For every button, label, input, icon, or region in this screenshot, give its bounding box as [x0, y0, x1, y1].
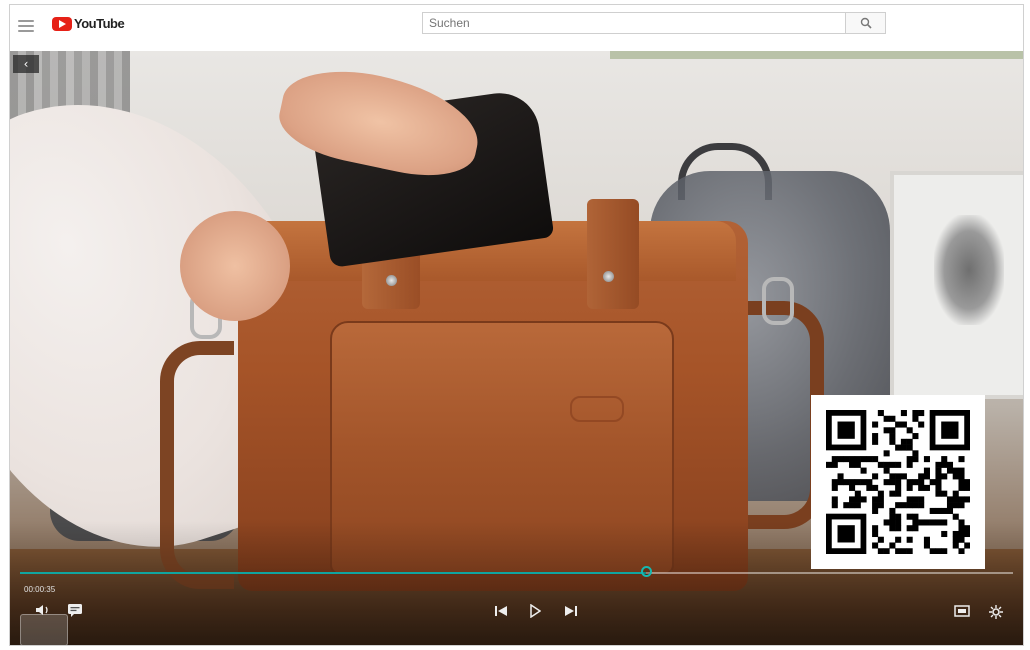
settings-icon[interactable]	[988, 604, 1004, 623]
progress-fill	[20, 572, 646, 574]
progress-bar[interactable]	[20, 566, 1013, 577]
app-window: YouTube Suchen ‹ 00:00:35	[9, 4, 1024, 646]
back-button[interactable]: ‹	[13, 55, 39, 73]
previous-icon[interactable]	[493, 604, 509, 621]
hamburger-menu-icon[interactable]	[18, 18, 34, 32]
rivet	[603, 271, 614, 282]
time-display: 00:00:35	[24, 585, 56, 594]
fullscreen-icon[interactable]	[954, 604, 970, 621]
background-frame	[610, 51, 1023, 59]
search-button[interactable]	[846, 12, 886, 34]
progress-handle[interactable]	[640, 566, 652, 577]
next-icon[interactable]	[563, 604, 579, 621]
subtitles-icon[interactable]	[67, 603, 83, 620]
background-picture	[890, 171, 1023, 399]
youtube-logo[interactable]: YouTube	[52, 16, 125, 31]
hand	[272, 57, 488, 187]
volume-icon[interactable]	[35, 603, 51, 620]
back-arrow-icon: ‹	[23, 57, 29, 71]
logo-text: YouTube	[74, 16, 125, 31]
search-icon	[860, 17, 872, 29]
search-input[interactable]	[422, 12, 846, 34]
play-icon[interactable]	[529, 603, 542, 621]
strap-clip-right	[762, 277, 794, 325]
qr-code-icon	[826, 410, 970, 554]
qr-code	[811, 395, 985, 569]
play-logo-icon	[52, 16, 72, 31]
hand	[180, 211, 290, 321]
bag-emboss	[570, 396, 624, 422]
rivet	[386, 275, 397, 286]
top-bar: YouTube	[10, 5, 1023, 51]
video-player[interactable]: ‹ 00:00:35	[10, 51, 1023, 645]
bag-handle-right	[587, 199, 639, 309]
